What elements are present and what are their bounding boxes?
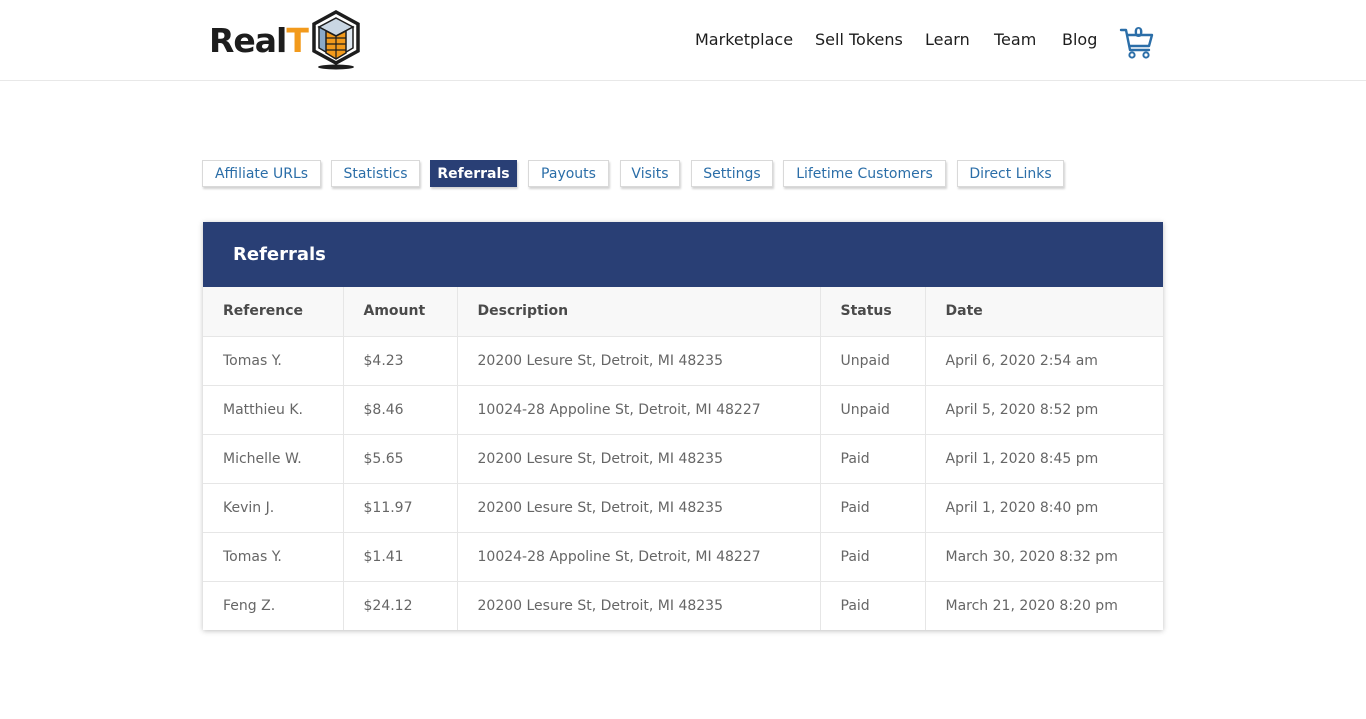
cell-description: 10024-28 Appoline St, Detroit, MI 48227 [457, 385, 821, 434]
column-header-description: Description [457, 287, 821, 337]
nav-sell-tokens[interactable]: Sell Tokens [815, 30, 903, 49]
cell-description: 20200 Lesure St, Detroit, MI 48235 [457, 434, 821, 483]
tab-statistics[interactable]: Statistics [331, 160, 420, 187]
cell-status: Paid [820, 532, 926, 581]
cell-date: April 1, 2020 8:40 pm [945, 499, 1099, 516]
cart-button[interactable]: 0 [1119, 26, 1155, 60]
referrals-title: Referrals [203, 222, 1163, 287]
table-row: Tomas Y. $1.41 10024-28 Appoline St, Det… [203, 532, 1163, 581]
cell-date: April 1, 2020 8:45 pm [945, 450, 1099, 467]
cell-date: March 21, 2020 8:20 pm [945, 597, 1118, 614]
nav-team[interactable]: Team [994, 30, 1036, 49]
table-row: Kevin J. $11.97 20200 Lesure St, Detroit… [203, 483, 1163, 532]
logo-text: RealT [209, 20, 309, 60]
cell-description: 20200 Lesure St, Detroit, MI 48235 [457, 336, 821, 385]
cell-amount: $8.46 [343, 385, 458, 434]
tab-lifetime-customers[interactable]: Lifetime Customers [783, 160, 946, 187]
referrals-card: Referrals Reference Amount Description S… [203, 222, 1163, 630]
nav-blog[interactable]: Blog [1062, 30, 1097, 49]
cell-description: 20200 Lesure St, Detroit, MI 48235 [457, 483, 821, 532]
cell-amount: $4.23 [343, 336, 458, 385]
cell-date: March 30, 2020 8:32 pm [945, 548, 1118, 565]
site-header: RealT Marketplace Sell Tokens Learn Team… [0, 0, 1366, 81]
nav-marketplace[interactable]: Marketplace [695, 30, 793, 49]
column-header-reference: Reference [203, 287, 344, 337]
column-header-date: Date [925, 287, 1163, 337]
cell-reference: Matthieu K. [203, 385, 344, 434]
table-row: Matthieu K. $8.46 10024-28 Appoline St, … [203, 385, 1163, 434]
column-header-amount: Amount [343, 287, 458, 337]
cell-status: Paid [820, 581, 926, 630]
cell-amount: $5.65 [343, 434, 458, 483]
cell-description: 20200 Lesure St, Detroit, MI 48235 [457, 581, 821, 630]
realt-logo[interactable]: RealT [209, 8, 362, 72]
tab-payouts[interactable]: Payouts [528, 160, 609, 187]
cell-date: April 5, 2020 8:52 pm [945, 401, 1099, 418]
tab-affiliate-urls[interactable]: Affiliate URLs [202, 160, 321, 187]
cell-status: Paid [820, 483, 926, 532]
realt-cube-logo-icon [312, 10, 360, 70]
cell-status: Unpaid [820, 385, 926, 434]
cell-amount: $1.41 [343, 532, 458, 581]
cell-status: Unpaid [820, 336, 926, 385]
cell-status: Paid [820, 434, 926, 483]
cell-reference: Tomas Y. [203, 336, 344, 385]
cell-reference: Tomas Y. [203, 532, 344, 581]
table-header-row: Reference Amount Description Status Date [203, 287, 1163, 337]
cell-reference: Michelle W. [203, 434, 344, 483]
logo-real-text: Real [209, 20, 287, 60]
referrals-table: Reference Amount Description Status Date… [203, 287, 1163, 630]
cell-reference: Kevin J. [203, 483, 344, 532]
cart-count: 0 [1134, 26, 1144, 41]
tab-visits[interactable]: Visits [620, 160, 680, 187]
table-row: Tomas Y. $4.23 20200 Lesure St, Detroit,… [203, 336, 1163, 385]
cell-reference: Feng Z. [203, 581, 344, 630]
nav-learn[interactable]: Learn [925, 30, 970, 49]
cell-amount: $24.12 [343, 581, 458, 630]
cell-amount: $11.97 [343, 483, 458, 532]
cell-date: April 6, 2020 2:54 am [945, 352, 1098, 369]
table-row: Feng Z. $24.12 20200 Lesure St, Detroit,… [203, 581, 1163, 630]
tab-settings[interactable]: Settings [691, 160, 773, 187]
logo-t-text: T [286, 20, 308, 60]
tab-referrals[interactable]: Referrals [430, 160, 517, 187]
table-row: Michelle W. $5.65 20200 Lesure St, Detro… [203, 434, 1163, 483]
cell-description: 10024-28 Appoline St, Detroit, MI 48227 [457, 532, 821, 581]
tab-direct-links[interactable]: Direct Links [957, 160, 1064, 187]
column-header-status: Status [820, 287, 926, 337]
